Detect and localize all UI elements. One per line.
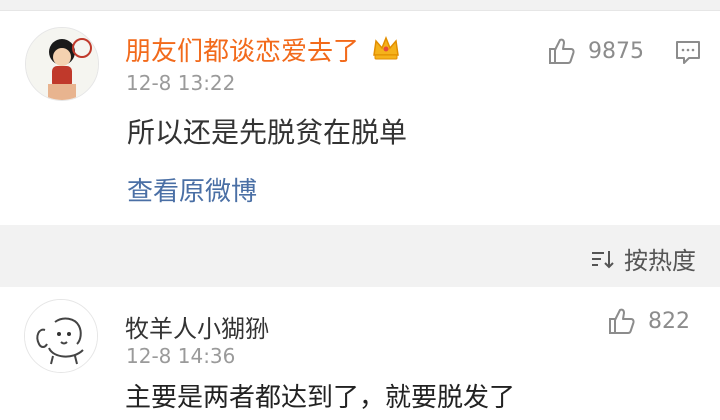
top-divider xyxy=(0,0,720,11)
sort-icon xyxy=(592,250,614,268)
original-post-card: 朋友们都谈恋爱去了 12-8 13:22 所以还是先脱贫在脱单 查看原微博 98… xyxy=(0,11,720,225)
thumbs-up-icon xyxy=(609,308,635,334)
thumbs-up-icon xyxy=(549,38,575,64)
post-content: 所以还是先脱贫在脱单 xyxy=(127,116,408,149)
comment-like-count: 822 xyxy=(648,308,690,334)
post-timestamp: 12-8 13:22 xyxy=(126,71,236,95)
avatar-cartoon-icon xyxy=(26,28,98,100)
avatar[interactable] xyxy=(25,27,99,101)
comment-avatar[interactable] xyxy=(24,299,98,373)
post-like-count: 9875 xyxy=(588,38,644,64)
vip-crown-icon xyxy=(373,35,399,60)
comment-timestamp: 12-8 14:36 xyxy=(126,344,236,368)
sort-by-hot-button[interactable]: 按热度 xyxy=(590,241,696,276)
post-username[interactable]: 朋友们都谈恋爱去了 xyxy=(125,31,359,68)
sort-label: 按热度 xyxy=(624,247,696,275)
comment-item: 牧羊人小猢狲 12-8 14:36 主要是两者都达到了，就要脱发了 822 xyxy=(0,287,720,420)
view-original-link[interactable]: 查看原微博 xyxy=(127,171,257,208)
comment-sort-bar: 按热度 xyxy=(0,225,720,287)
avatar-dog-icon xyxy=(25,300,97,372)
comment-content: 主要是两者都达到了，就要脱发了 xyxy=(125,383,516,413)
comment-like-button[interactable]: 822 xyxy=(608,307,690,335)
comment-username[interactable]: 牧羊人小猢狲 xyxy=(125,309,269,344)
comment-icon[interactable] xyxy=(674,38,702,66)
post-like-button[interactable]: 9875 xyxy=(548,37,644,65)
